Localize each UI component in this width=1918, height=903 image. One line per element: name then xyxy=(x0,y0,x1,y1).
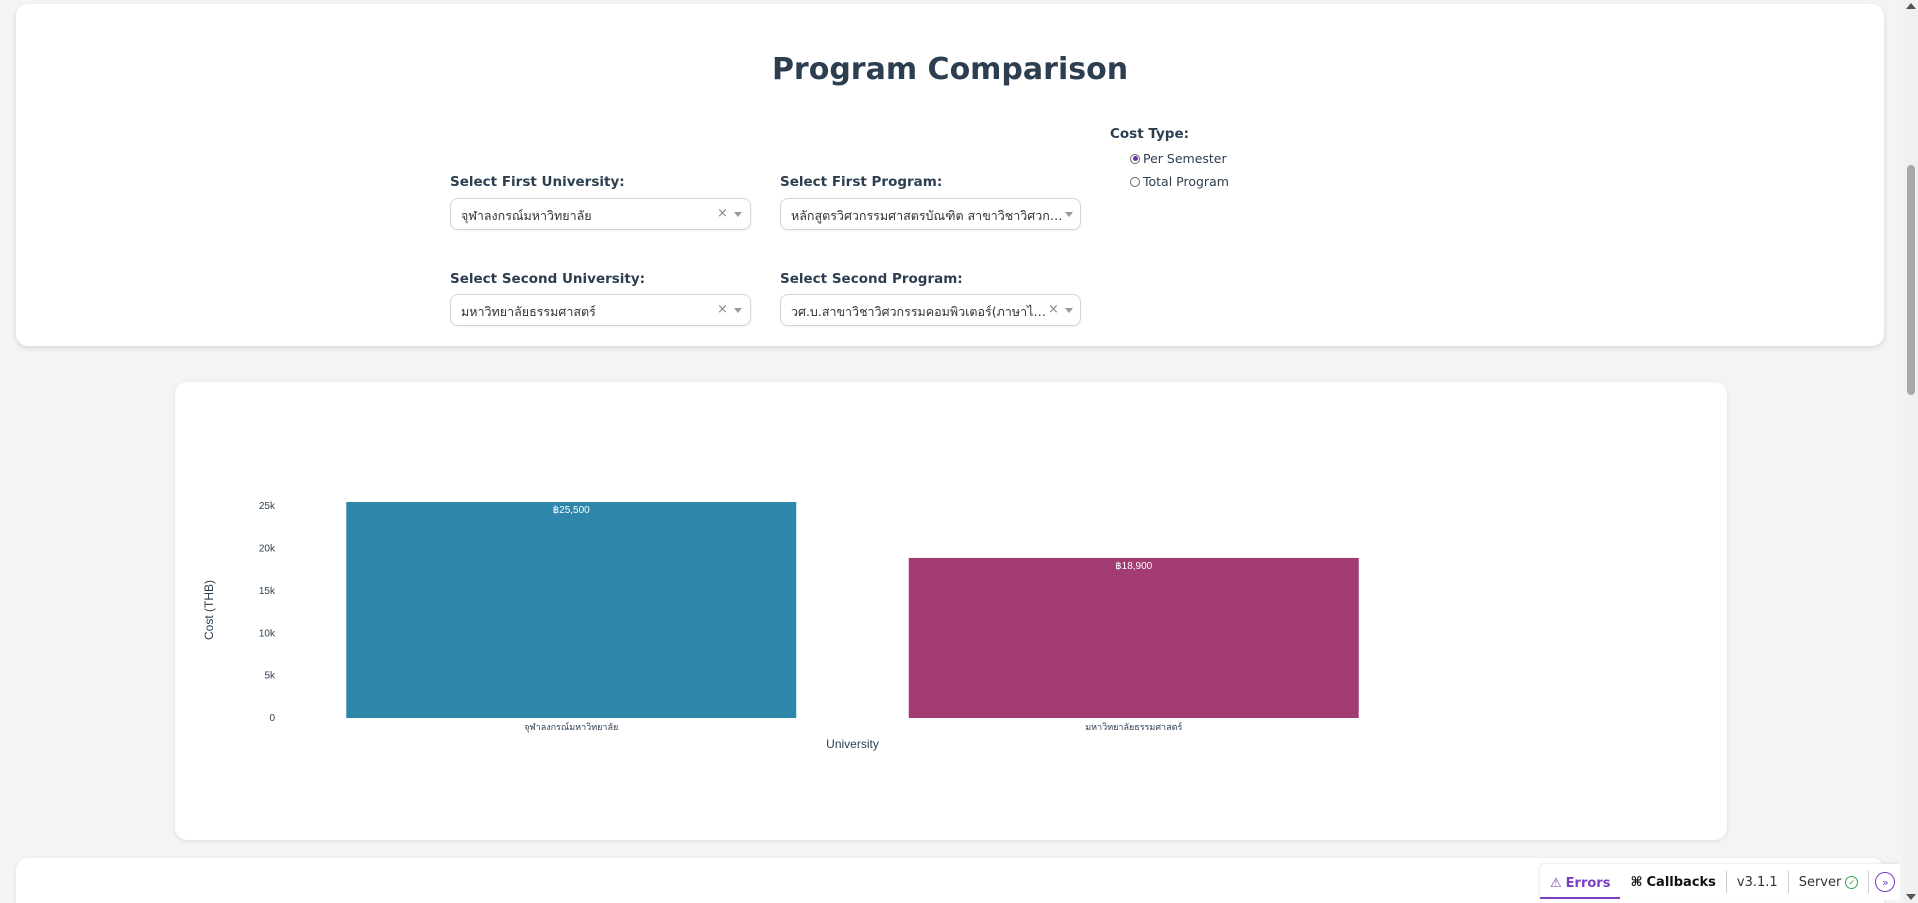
clear-icon[interactable]: × xyxy=(1048,302,1059,317)
version-label: v3.1.1 xyxy=(1736,874,1778,890)
version-badge: v3.1.1 xyxy=(1727,864,1788,900)
y-tick-label: 25k xyxy=(259,501,276,512)
first-university-dropdown[interactable]: จุฬาลงกรณ์มหาวิทยาลัย × xyxy=(450,198,751,230)
comparison-panel: Program Comparison Select First Universi… xyxy=(16,4,1884,346)
dev-tools-bar: ⚠ Errors ⌘ Callbacks v3.1.1 Server ✓ » xyxy=(1540,864,1900,900)
scroll-thumb[interactable] xyxy=(1907,165,1915,395)
clear-icon[interactable]: × xyxy=(717,302,728,317)
errors-tab[interactable]: ⚠ Errors xyxy=(1540,869,1621,899)
divider xyxy=(1868,871,1870,893)
y-axis-label: Cost (THB) xyxy=(202,580,216,640)
chevron-down-icon[interactable] xyxy=(1065,212,1073,217)
page-scrollbar[interactable] xyxy=(1903,0,1918,903)
first-university-label: Select First University: xyxy=(450,174,625,190)
bar-value-label: ฿25,500 xyxy=(553,505,590,516)
cost-bar-chart: ฿25,500 ฿18,900 0 5k 10k 15k 20k 25k จุฬาลงกรณ… xyxy=(202,501,1359,751)
y-tick-label: 5k xyxy=(264,671,276,682)
x-tick-label: มหาวิทยาลัยธรรมศาสตร์ xyxy=(1085,721,1182,732)
first-program-label: Select First Program: xyxy=(780,174,943,190)
page-title: Program Comparison xyxy=(771,52,1129,87)
second-program-value: วศ.บ.สาขาวิชาวิศวกรรมคอมพิวเตอร์(ภาษาไทย… xyxy=(791,304,1049,319)
chevron-down-icon[interactable] xyxy=(734,212,742,217)
errors-label: Errors xyxy=(1565,875,1611,891)
server-status: Server ✓ xyxy=(1789,864,1869,900)
callbacks-tab[interactable]: ⌘ Callbacks xyxy=(1620,864,1725,900)
clear-icon[interactable]: × xyxy=(717,206,728,221)
x-axis-label: University xyxy=(826,737,879,751)
scroll-down-icon[interactable] xyxy=(1906,894,1916,900)
radio-label: Per Semester xyxy=(1143,151,1227,166)
second-university-label: Select Second University: xyxy=(450,271,646,287)
callbacks-label: Callbacks xyxy=(1646,874,1716,890)
radio-button[interactable] xyxy=(1130,176,1140,187)
warning-icon: ⚠ xyxy=(1550,875,1562,891)
first-program-value: หลักสูตรวิศวกรรมศาสตรบัณฑิต สาขาวิชาวิศว… xyxy=(791,208,1063,223)
radio-button[interactable] xyxy=(1130,153,1140,164)
x-tick-label: จุฬาลงกรณ์มหาวิทยาลัย xyxy=(524,721,618,733)
bar[interactable] xyxy=(346,502,797,718)
y-tick-label: 10k xyxy=(259,628,276,639)
check-circle-icon: ✓ xyxy=(1845,875,1859,889)
first-program-dropdown[interactable]: หลักสูตรวิศวกรรมศาสตรบัณฑิต สาขาวิชาวิศว… xyxy=(780,198,1081,230)
first-university-value: จุฬาลงกรณ์มหาวิทยาลัย xyxy=(461,208,592,223)
radio-label: Total Program xyxy=(1143,174,1229,189)
expand-icon[interactable]: » xyxy=(1875,872,1896,892)
bar[interactable] xyxy=(908,557,1359,718)
radio-total-program[interactable]: Total Program xyxy=(1130,174,1229,189)
y-tick-label: 15k xyxy=(259,586,276,597)
radio-per-semester[interactable]: Per Semester xyxy=(1130,151,1227,166)
second-program-dropdown[interactable]: วศ.บ.สาขาวิชาวิศวกรรมคอมพิวเตอร์(ภาษาไทย… xyxy=(780,294,1081,326)
bar-value-label: ฿18,900 xyxy=(1115,561,1152,572)
second-program-label: Select Second Program: xyxy=(780,271,963,287)
chevron-down-icon[interactable] xyxy=(1065,308,1073,313)
chart-panel: ฿25,500 ฿18,900 0 5k 10k 15k 20k 25k จุฬาลงกรณ… xyxy=(175,382,1727,840)
second-university-value: มหาวิทยาลัยธรรมศาสตร์ xyxy=(461,304,596,319)
scroll-up-icon[interactable] xyxy=(1906,3,1916,9)
chevron-down-icon[interactable] xyxy=(734,308,742,313)
second-university-dropdown[interactable]: มหาวิทยาลัยธรรมศาสตร์ × xyxy=(450,294,751,326)
y-tick-label: 0 xyxy=(269,713,275,724)
server-label: Server xyxy=(1798,874,1842,890)
y-tick-label: 20k xyxy=(259,544,276,555)
callbacks-icon: ⌘ xyxy=(1630,874,1643,890)
cost-type-label: Cost Type: xyxy=(1110,126,1189,142)
